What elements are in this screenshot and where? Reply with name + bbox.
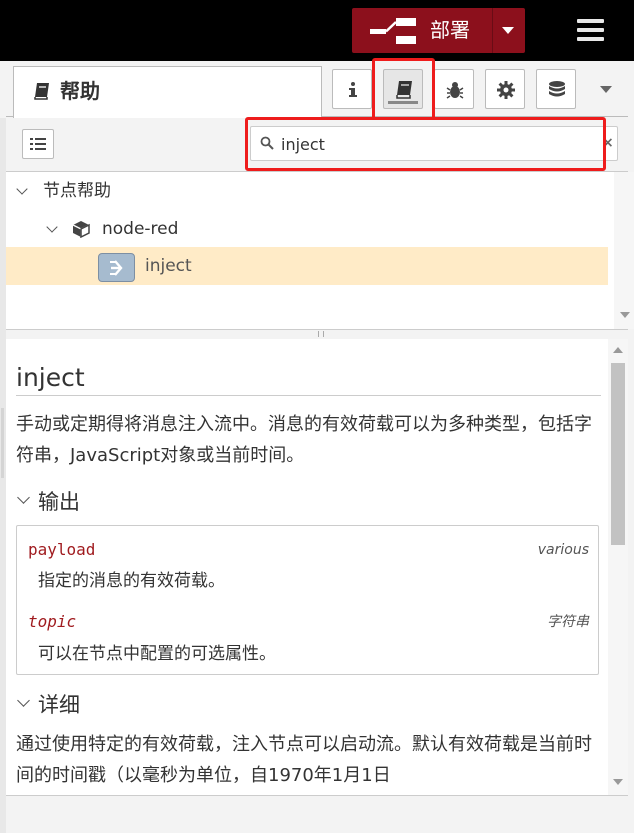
bug-icon [446,82,464,99]
context-button[interactable] [536,69,576,109]
chevron-down-icon[interactable] [16,183,28,195]
help-title: inject [16,363,85,392]
arrow-right-icon [110,260,123,276]
tree-item-label: inject [145,256,192,276]
main-menu-button[interactable] [574,16,606,44]
gear-icon [497,81,515,99]
tab-help[interactable]: 帮助 [13,66,322,118]
tree-item-node[interactable]: inject [6,247,608,285]
tree-item-label: 节点帮助 [43,181,111,201]
panel-splitter[interactable] [6,330,628,339]
title-divider [16,395,601,396]
section-heading: 输出 [38,490,80,514]
property-type: 字符串 [547,614,589,630]
tree-scrollbar[interactable] [614,172,634,329]
highlight-help-button [372,58,435,124]
tree-item-root[interactable]: 节点帮助 [6,172,608,210]
property-name: payload [28,540,96,559]
scrollbar-thumb[interactable] [611,363,625,545]
cube-icon [72,221,90,238]
book-icon [34,83,49,100]
chevron-down-icon[interactable] [46,221,58,233]
show-toc-button[interactable] [22,129,54,159]
hamburger-icon [577,19,604,23]
help-description: 手动或定期得将消息注入流中。消息的有效荷载可以为多种类型，包括字符串，JavaS… [16,414,592,466]
sidebar-footer [6,795,628,833]
scroll-down-icon[interactable] [613,779,623,785]
property-name: topic [28,612,77,631]
database-icon [549,81,565,97]
tab-help-label: 帮助 [60,79,100,103]
info-icon [349,82,357,97]
deploy-label: 部署 [430,18,470,42]
property-description: 可以在节点中配置的可选属性。 [38,644,276,664]
scroll-up-icon[interactable] [613,347,623,353]
info-button[interactable] [332,69,372,109]
tree-item-label: node-red [102,219,179,239]
details-text: 通过使用特定的有效荷载，注入节点可以启动流。默认有效荷载是当前时间的时间戳（以毫… [16,734,592,786]
help-scrollbar[interactable] [608,339,628,795]
chevron-down-icon [17,694,30,707]
property-description: 指定的消息的有效荷载。 [38,571,225,591]
header-bar: 部署 [0,0,634,61]
help-node-tree: 节点帮助 node-red inject [6,172,634,330]
deploy-icon [370,18,416,44]
chevron-down-icon[interactable] [600,86,612,93]
sidebar-resize-handle[interactable] [0,118,6,833]
output-properties: payload various 指定的消息的有效荷载。 topic 字符串 可以… [16,525,599,675]
property-type: various [537,542,589,558]
chevron-down-icon[interactable] [502,27,514,34]
list-icon [30,138,46,150]
help-content: inject 手动或定期得将消息注入流中。消息的有效荷载可以为多种类型，包括字符… [6,339,608,795]
debug-button[interactable] [434,69,474,109]
scroll-down-icon[interactable] [620,312,630,318]
config-button[interactable] [485,69,525,109]
section-heading: 详细 [38,693,80,717]
chevron-down-icon [17,491,30,504]
highlight-search-field [245,117,606,171]
inject-node-icon [98,253,135,282]
deploy-button[interactable]: 部署 [352,8,525,53]
deploy-divider [492,8,493,53]
tree-item-module[interactable]: node-red [6,210,608,248]
